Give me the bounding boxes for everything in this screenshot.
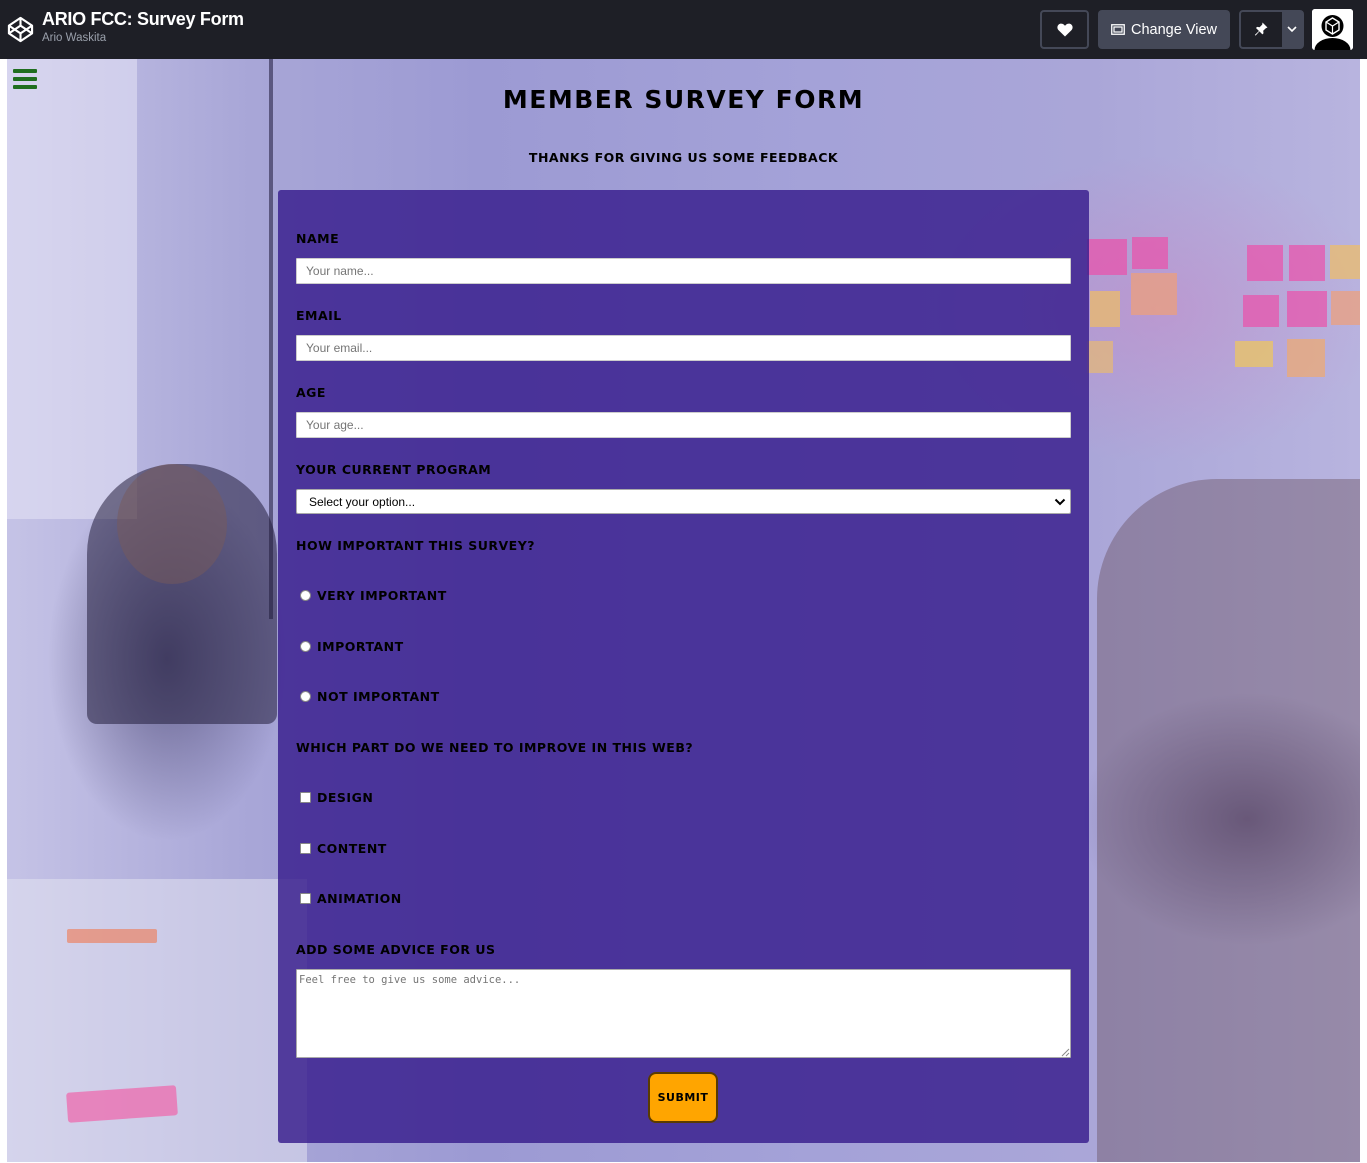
background-notebook <box>67 929 157 943</box>
checkbox[interactable] <box>300 843 311 854</box>
radio-button[interactable] <box>300 590 311 601</box>
resize-grip-icon[interactable] <box>1060 1047 1070 1057</box>
background-sticky-note <box>1087 239 1127 275</box>
background-person-right <box>1097 479 1360 1162</box>
pin-button-group <box>1239 10 1304 49</box>
background-window <box>7 59 137 519</box>
email-label: Email <box>296 308 342 323</box>
background-sticky-note <box>1090 291 1120 327</box>
radio-label: Important <box>317 639 404 654</box>
background-desk-left <box>7 879 307 1162</box>
name-input[interactable] <box>296 258 1071 284</box>
radio-label: Not important <box>317 689 440 704</box>
background-sticky-note <box>1331 291 1360 325</box>
codepen-header: ARIO FCC: Survey Form Ario Waskita Chang… <box>0 0 1367 59</box>
radio-option[interactable]: Important <box>300 639 404 654</box>
checkbox-label: Animation <box>317 891 402 906</box>
chevron-down-icon <box>1054 498 1066 505</box>
change-view-label: Change View <box>1131 21 1217 38</box>
checkbox-option[interactable]: Content <box>300 841 387 856</box>
pen-title[interactable]: ARIO FCC: Survey Form <box>42 9 244 30</box>
age-label: Age <box>296 385 326 400</box>
program-select[interactable]: Select your option... <box>296 489 1071 514</box>
radio-option[interactable]: Not important <box>300 689 440 704</box>
heart-icon <box>1056 23 1073 36</box>
pin-icon <box>1255 22 1268 36</box>
program-select-value: Select your option... <box>309 494 416 509</box>
change-view-button[interactable]: Change View <box>1098 10 1230 49</box>
importance-question: How important this survey? <box>296 538 536 553</box>
pen-author[interactable]: Ario Waskita <box>42 32 106 44</box>
checkbox-option[interactable]: Design <box>300 790 373 805</box>
background-sticky-note <box>1330 245 1360 279</box>
background-sticky-note <box>1287 339 1325 377</box>
background-person-head <box>117 464 227 584</box>
checkbox-option[interactable]: Animation <box>300 891 402 906</box>
improve-question: Which part do we need to improve in this… <box>296 740 694 755</box>
checkbox[interactable] <box>300 893 311 904</box>
background-sticky-note <box>1131 273 1177 315</box>
submit-button[interactable]: Submit <box>648 1072 718 1123</box>
page-subtitle: Thanks for giving us some feedback <box>528 150 839 165</box>
radio-option[interactable]: Very important <box>300 588 447 603</box>
chevron-down-icon <box>1287 26 1297 33</box>
background-sticky-note <box>1235 341 1273 367</box>
user-avatar[interactable] <box>1312 9 1353 50</box>
preview-frame: Member Survey Form Thanks for giving us … <box>7 59 1360 1162</box>
checkbox[interactable] <box>300 792 311 803</box>
pin-button[interactable] <box>1241 12 1282 47</box>
layout-icon <box>1111 24 1125 35</box>
advice-textarea[interactable] <box>296 969 1071 1058</box>
program-label: Your current program <box>296 462 492 477</box>
radio-label: Very important <box>317 588 447 603</box>
radio-button[interactable] <box>300 641 311 652</box>
background-sticky-note <box>1132 237 1168 269</box>
background-sticky-note <box>1243 295 1279 327</box>
name-label: Name <box>296 231 340 246</box>
avatar-icon <box>1312 9 1353 50</box>
background-sticky-note <box>1247 245 1283 281</box>
email-input[interactable] <box>296 335 1071 361</box>
pin-dropdown-button[interactable] <box>1281 12 1302 47</box>
age-input[interactable] <box>296 412 1071 438</box>
radio-button[interactable] <box>300 691 311 702</box>
checkbox-label: Design <box>317 790 374 805</box>
background-sticky-note <box>1087 341 1113 373</box>
love-button[interactable] <box>1040 10 1089 49</box>
survey-form: Name Email Age Your current program Sele… <box>278 190 1089 1143</box>
background-sticky-note <box>1287 291 1327 327</box>
page-title: Member Survey Form <box>502 85 865 114</box>
background-sticky-note <box>1289 245 1325 281</box>
advice-label: Add some advice for us <box>296 942 496 957</box>
codepen-logo-icon[interactable] <box>7 16 34 43</box>
checkbox-label: Content <box>317 841 387 856</box>
